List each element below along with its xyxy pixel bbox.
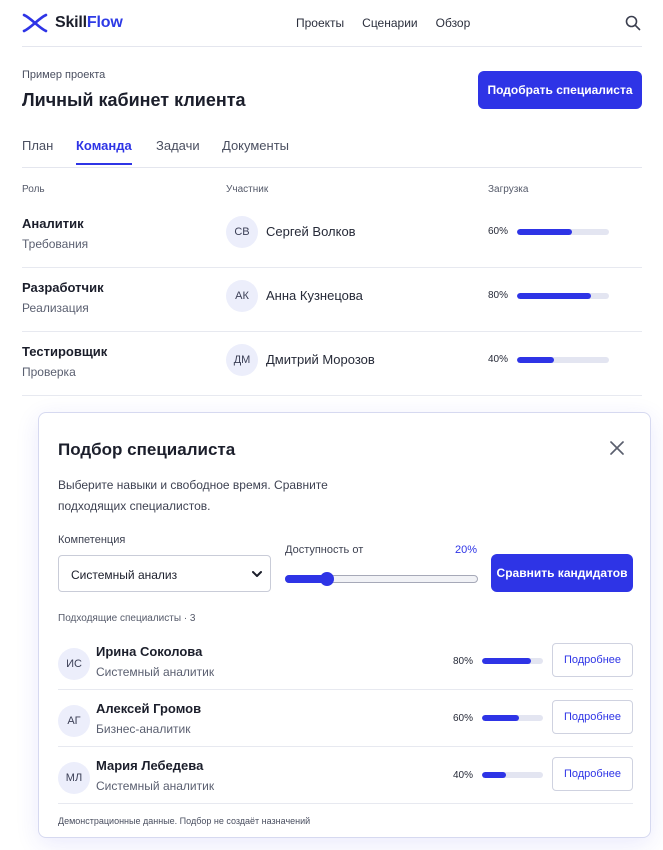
nav-link-overview[interactable]: Обзор <box>436 16 471 30</box>
candidate-name: Алексей Громов <box>96 701 202 716</box>
details-button[interactable]: Подробнее <box>552 700 633 734</box>
role-area: Проверка <box>22 365 76 379</box>
member-name: Анна Кузнецова <box>266 288 363 303</box>
column-header-load: Загрузка <box>488 184 529 195</box>
avatar: МЛ <box>58 762 90 794</box>
team-row: Аналитик Требования СВ Сергей Волков 60% <box>22 204 642 268</box>
specialist-picker-dialog: Подбор специалиста Выберите навыки и сво… <box>38 412 651 838</box>
candidate-role: Системный аналитик <box>96 665 215 679</box>
load-bar <box>482 658 543 664</box>
skillflow-logo-icon <box>22 13 48 33</box>
candidate-name: Мария Лебедева <box>96 758 204 773</box>
column-header-member: Участник <box>226 184 269 195</box>
load-percent: 40% <box>453 770 474 781</box>
availability-slider[interactable] <box>285 572 478 586</box>
avatar: ИС <box>58 648 90 680</box>
search-icon[interactable] <box>624 14 642 32</box>
app-window: SkillFlow Проекты Сценарии Обзор Пример … <box>0 0 663 850</box>
dialog-title: Подбор специалиста <box>58 440 236 459</box>
load-percent: 40% <box>488 354 509 365</box>
avatar: АГ <box>58 705 90 737</box>
compare-candidates-button[interactable]: Сравнить кандидатов <box>491 554 633 592</box>
main-nav: Проекты Сценарии Обзор <box>296 16 470 30</box>
load-percent: 80% <box>488 290 509 301</box>
top-bar: SkillFlow Проекты Сценарии Обзор <box>22 0 642 47</box>
chevron-down-icon <box>252 571 262 577</box>
load-bar-fill <box>482 658 531 664</box>
load-bar <box>482 772 543 778</box>
project-eyebrow: Пример проекта <box>22 69 106 81</box>
availability-label: Доступность от <box>285 544 364 556</box>
availability-value: 20% <box>455 544 478 556</box>
find-specialist-button[interactable]: Подобрать специалиста <box>478 71 642 109</box>
member-name: Сергей Волков <box>266 224 356 239</box>
demo-footnote: Демонстрационные данные. Подбор не созда… <box>58 816 311 826</box>
tab-tasks[interactable]: Задачи <box>156 138 200 163</box>
tab-bar: План Команда Задачи Документы <box>22 128 642 168</box>
logo-text: SkillFlow <box>55 14 123 31</box>
candidate-row: МЛ Мария Лебедева Системный аналитик 40%… <box>58 747 633 804</box>
load-bar-fill <box>517 229 573 235</box>
load-percent: 80% <box>453 656 474 667</box>
avatar: АК <box>226 280 258 312</box>
team-row: Разработчик Реализация АК Анна Кузнецова… <box>22 268 642 332</box>
candidate-row: АГ Алексей Громов Бизнес-аналитик 60% По… <box>58 690 633 747</box>
team-row: Тестировщик Проверка ДМ Дмитрий Морозов … <box>22 332 642 396</box>
nav-link-scenarios[interactable]: Сценарии <box>362 16 417 30</box>
candidate-name: Ирина Соколова <box>96 644 203 659</box>
role-name: Аналитик <box>22 216 84 231</box>
load-percent: 60% <box>488 226 509 237</box>
competence-select[interactable]: Системный анализ <box>58 555 271 592</box>
role-name: Тестировщик <box>22 344 108 359</box>
load-bar-fill <box>482 772 507 778</box>
load-bar-fill <box>517 293 591 299</box>
load-bar <box>517 293 609 299</box>
competence-select-value: Системный анализ <box>71 568 178 582</box>
tab-documents[interactable]: Документы <box>222 138 289 163</box>
candidate-row: ИС Ирина Соколова Системный аналитик 80%… <box>58 633 633 690</box>
slider-handle[interactable] <box>320 572 334 586</box>
nav-link-projects[interactable]: Проекты <box>296 16 344 30</box>
load-bar <box>482 715 543 721</box>
details-button[interactable]: Подробнее <box>552 757 633 791</box>
logo[interactable]: SkillFlow <box>22 12 123 34</box>
close-icon[interactable] <box>608 439 626 457</box>
candidates-caption: Подходящие специалисты · 3 <box>58 613 196 624</box>
competence-label: Компетенция <box>58 534 126 546</box>
load-bar-fill <box>517 357 554 363</box>
avatar: СВ <box>226 216 258 248</box>
load-bar-fill <box>482 715 519 721</box>
candidate-role: Системный аналитик <box>96 779 215 793</box>
column-header-role: Роль <box>22 184 45 195</box>
tab-team[interactable]: Команда <box>76 138 132 165</box>
page-title: Личный кабинет клиента <box>22 90 246 110</box>
member-name: Дмитрий Морозов <box>266 352 375 367</box>
tab-plan[interactable]: План <box>22 138 53 163</box>
load-percent: 60% <box>453 713 474 724</box>
dialog-description: Выберите навыки и свободное время. Сравн… <box>58 478 328 513</box>
role-name: Разработчик <box>22 280 104 295</box>
role-area: Реализация <box>22 301 89 315</box>
load-bar <box>517 357 609 363</box>
load-bar <box>517 229 609 235</box>
avatar: ДМ <box>226 344 258 376</box>
candidate-role: Бизнес-аналитик <box>96 722 191 736</box>
role-area: Требования <box>22 237 89 251</box>
details-button[interactable]: Подробнее <box>552 643 633 677</box>
